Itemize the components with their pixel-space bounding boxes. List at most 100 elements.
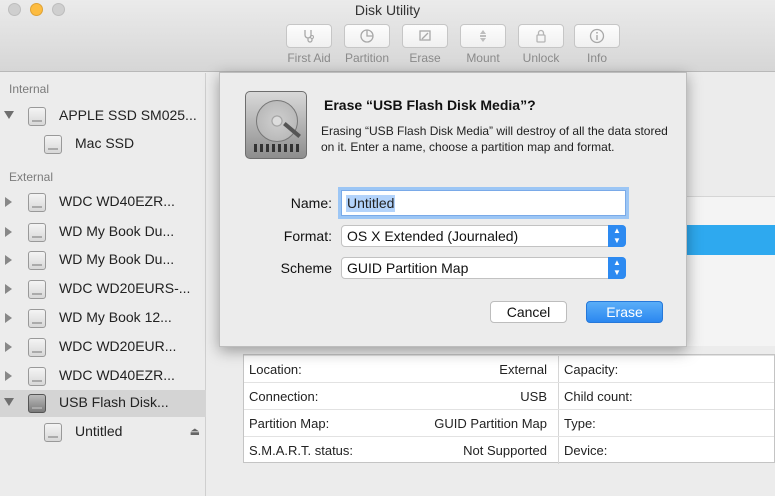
format-label: Format:	[283, 228, 332, 244]
sidebar-section-external: External	[9, 170, 54, 184]
external-disk-icon	[28, 193, 46, 212]
sidebar-item-usb-flash-disk[interactable]: USB Flash Disk...	[0, 390, 206, 417]
info-value: External	[499, 362, 547, 377]
disclosure-triangle-icon[interactable]	[5, 197, 12, 207]
usage-bar	[685, 225, 775, 255]
hard-disk-icon	[245, 91, 307, 159]
sidebar-item-apple-ssd[interactable]: APPLE SSD SM025...	[0, 103, 206, 129]
scheme-select[interactable]: GUID Partition Map ▲ ▼	[341, 257, 626, 279]
sidebar-item-external-disk[interactable]: WDC WD20EUR...	[0, 334, 206, 360]
info-button[interactable]: Info	[573, 24, 621, 65]
info-icon	[574, 24, 620, 48]
info-value: GUID Partition Map	[434, 416, 547, 431]
info-value: USB	[520, 389, 547, 404]
table-row: Location: External Capacity:	[244, 355, 774, 382]
table-row: Connection: USB Child count:	[244, 382, 774, 409]
info-key: Partition Map:	[249, 416, 330, 431]
partition-button[interactable]: Partition	[343, 24, 391, 65]
disclosure-triangle-icon[interactable]	[5, 342, 12, 352]
sidebar-item-label: WDC WD40EZR...	[59, 367, 175, 383]
disclosure-triangle-icon[interactable]	[4, 398, 14, 406]
info-key: Connection:	[249, 389, 319, 404]
erase-toolbar-button[interactable]: Erase	[401, 24, 449, 65]
sidebar-item-external-disk[interactable]: WD My Book 12...	[0, 305, 206, 331]
sidebar-item-label: WD My Book Du...	[59, 223, 175, 239]
sidebar-item-label: USB Flash Disk...	[59, 394, 169, 410]
external-disk-icon	[28, 338, 46, 357]
info-table: Location: External Capacity: Connection:…	[243, 354, 775, 464]
info-value: Not Supported	[463, 443, 547, 458]
name-input[interactable]: Untitled	[341, 190, 626, 216]
info-label: Info	[586, 51, 607, 65]
sidebar-item-external-disk[interactable]: WDC WD40EZR...	[0, 189, 206, 215]
sidebar-item-external-disk[interactable]: WDC WD40EZR...	[0, 363, 206, 389]
disk-platter	[256, 100, 298, 142]
sidebar: Internal APPLE SSD SM025... Mac SSD Exte…	[0, 73, 206, 496]
table-row: Partition Map: GUID Partition Map Type:	[244, 409, 774, 436]
format-select-value: OS X Extended (Journaled)	[347, 228, 519, 244]
info-key: Type:	[564, 416, 596, 431]
external-disk-icon	[28, 251, 46, 270]
erase-dialog: Erase “USB Flash Disk Media”? Erasing “U…	[219, 72, 687, 347]
pie-chart-icon	[344, 24, 390, 48]
external-disk-icon	[28, 280, 46, 299]
info-key: Device:	[564, 443, 608, 458]
usb-disk-icon	[28, 394, 46, 413]
sidebar-item-untitled-volume[interactable]: Untitled ⏏	[0, 419, 206, 445]
unlock-button[interactable]: Unlock	[517, 24, 565, 65]
chevron-up-down-icon: ▲ ▼	[608, 225, 626, 247]
mount-icon	[460, 24, 506, 48]
erase-button[interactable]: Erase	[586, 301, 663, 323]
eraser-icon	[402, 24, 448, 48]
mount-button[interactable]: Mount	[459, 24, 507, 65]
sidebar-item-label: APPLE SSD SM025...	[59, 107, 197, 123]
sidebar-item-label: WDC WD20EUR...	[59, 338, 177, 354]
volume-panel	[685, 196, 775, 346]
stethoscope-icon	[286, 24, 332, 48]
dialog-title: Erase “USB Flash Disk Media”?	[324, 97, 536, 113]
name-label: Name:	[290, 195, 332, 211]
sidebar-section-internal: Internal	[9, 82, 50, 96]
disclosure-triangle-icon[interactable]	[5, 284, 12, 294]
external-disk-icon	[28, 223, 46, 242]
disclosure-triangle-icon[interactable]	[4, 111, 14, 119]
partition-label: Partition	[344, 51, 390, 65]
disclosure-triangle-icon[interactable]	[5, 255, 12, 265]
sidebar-item-mac-ssd[interactable]: Mac SSD	[0, 131, 206, 157]
sidebar-item-external-disk[interactable]: WDC WD20EURS-...	[0, 276, 206, 302]
external-disk-icon	[28, 367, 46, 386]
unlock-label: Unlock	[522, 51, 560, 65]
erase-toolbar-label: Erase	[409, 51, 441, 65]
external-disk-icon	[28, 309, 46, 328]
info-key: Capacity:	[564, 362, 619, 377]
disclosure-triangle-icon[interactable]	[5, 371, 12, 381]
internal-disk-icon	[28, 107, 46, 126]
disclosure-triangle-icon[interactable]	[5, 227, 12, 237]
eject-icon[interactable]: ⏏	[190, 425, 200, 438]
sidebar-item-external-disk[interactable]: WD My Book Du...	[0, 219, 206, 245]
info-key: S.M.A.R.T. status:	[249, 443, 354, 458]
chevron-up-down-icon: ▲ ▼	[608, 257, 626, 279]
disclosure-triangle-icon[interactable]	[5, 313, 12, 323]
table-row: S.M.A.R.T. status: Not Supported Device:	[244, 436, 774, 463]
window-titlebar: Disk Utility First Aid Partition Erase M…	[0, 0, 775, 72]
lock-icon	[518, 24, 564, 48]
sidebar-item-label: Untitled	[75, 423, 123, 439]
sidebar-item-label: WDC WD40EZR...	[59, 193, 175, 209]
scheme-label: Scheme	[280, 260, 332, 276]
volume-icon	[44, 135, 62, 154]
window-title: Disk Utility	[354, 2, 421, 18]
sidebar-item-label: WDC WD20EURS-...	[59, 280, 191, 296]
sidebar-item-external-disk[interactable]: WD My Book Du...	[0, 247, 206, 273]
info-key: Location:	[249, 362, 302, 377]
sidebar-item-label: WD My Book Du...	[59, 251, 175, 267]
dialog-message: Erasing “USB Flash Disk Media” will dest…	[321, 124, 668, 154]
sidebar-item-label: WD My Book 12...	[59, 309, 172, 325]
name-input-value: Untitled	[346, 195, 396, 212]
info-key: Child count:	[564, 389, 633, 404]
mount-label: Mount	[466, 51, 500, 65]
cancel-button[interactable]: Cancel	[490, 301, 567, 323]
volume-icon	[44, 423, 62, 442]
first-aid-button[interactable]: First Aid	[285, 24, 333, 65]
format-select[interactable]: OS X Extended (Journaled) ▲ ▼	[341, 225, 626, 247]
